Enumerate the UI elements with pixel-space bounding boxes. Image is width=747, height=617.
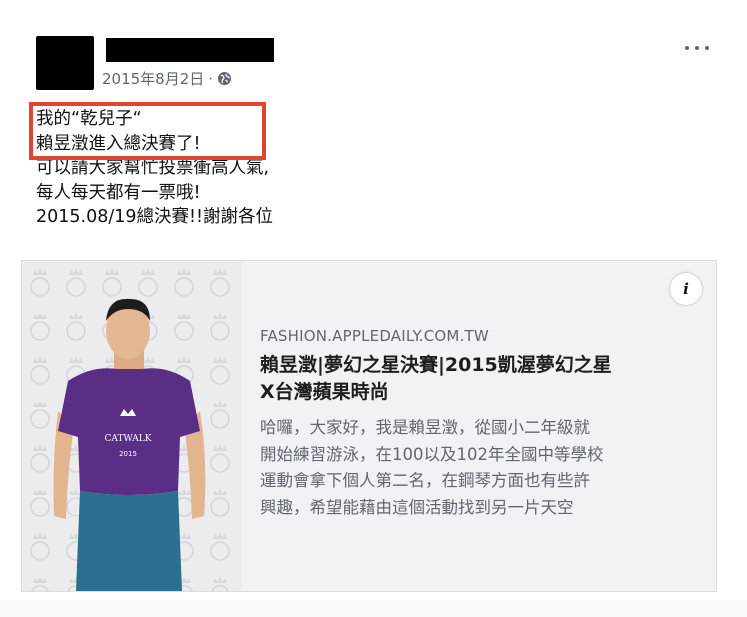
- link-title-line: 賴昱澂|夢幻之星決賽|2015凱渥夢幻之星: [260, 354, 612, 376]
- link-description-line: 開始練習游泳，在100以及102年全國中等學校: [260, 444, 604, 464]
- shirt-print-text: CATWALK: [105, 434, 152, 444]
- link-body: FASHION.APPLEDAILY.COM.TW 賴昱澂|夢幻之星決賽|201…: [260, 327, 700, 521]
- highlight-box: [29, 102, 266, 160]
- footer-area: [0, 600, 747, 617]
- info-button[interactable]: i: [670, 273, 702, 305]
- author-name-redacted[interactable]: [106, 38, 274, 62]
- link-description: 哈囉，大家好，我是賴昱澂，從國小二年級就 開始練習游泳，在100以及102年全國…: [260, 415, 700, 521]
- post-text-line: 2015.08/19總決賽!!謝謝各位: [36, 207, 274, 227]
- meta-separator: ·: [208, 69, 214, 88]
- link-description-line: 哈囉，大家好，我是賴昱澂，從國小二年級就: [260, 418, 590, 437]
- link-description-line: 運動會拿下個人第二名，在鋼琴方面也有些許: [260, 471, 590, 490]
- link-preview-card[interactable]: CATWALK 2015 i FASHION.APPLEDAILY.COM.TW…: [21, 260, 717, 592]
- post-text-line: 每人每天都有一票哦!: [36, 182, 201, 203]
- link-title[interactable]: 賴昱澂|夢幻之星決賽|2015凱渥夢幻之星 X台灣蘋果時尚: [260, 352, 700, 406]
- link-domain: FASHION.APPLEDAILY.COM.TW: [260, 327, 489, 345]
- shirt-print-year: 2015: [119, 450, 137, 458]
- post-timestamp[interactable]: 2015年8月2日: [102, 68, 204, 89]
- avatar[interactable]: [36, 36, 94, 90]
- link-title-line: X台灣蘋果時尚: [260, 381, 389, 403]
- post-header: 2015年8月2日 ·: [36, 36, 716, 96]
- more-options-icon[interactable]: [682, 38, 712, 58]
- globe-icon: [217, 71, 232, 86]
- link-image[interactable]: CATWALK 2015: [22, 261, 242, 591]
- post-meta: 2015年8月2日 ·: [102, 68, 232, 89]
- link-description-line: 興趣，希望能藉由這個活動找到另一片天空: [260, 497, 574, 517]
